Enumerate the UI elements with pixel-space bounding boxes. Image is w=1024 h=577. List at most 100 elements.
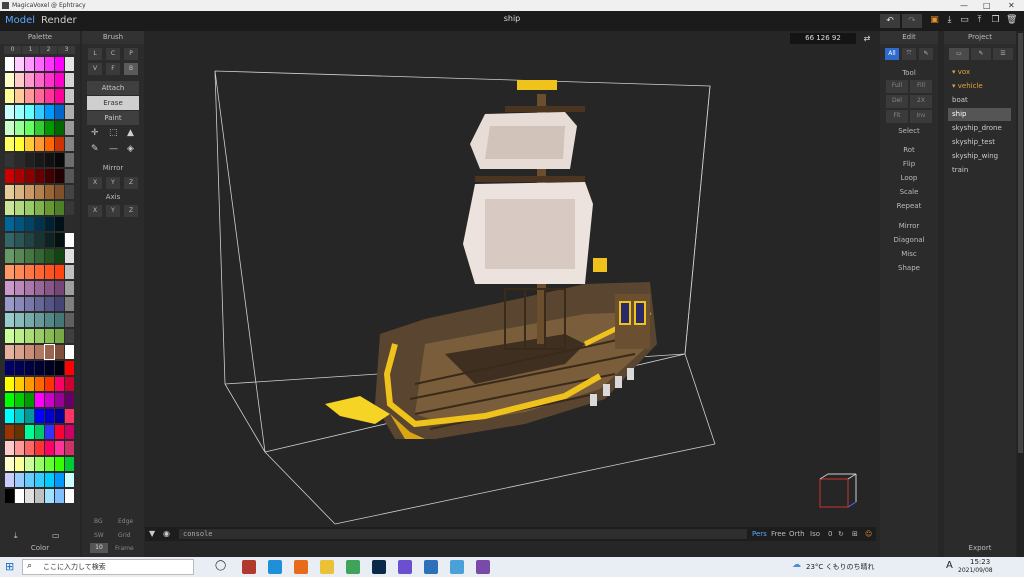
palette-swatch[interactable] — [65, 121, 74, 135]
palette-swatch[interactable] — [45, 153, 54, 167]
palette-swatch[interactable] — [5, 473, 14, 487]
palette-swatch[interactable] — [55, 105, 64, 119]
edit-tab-all[interactable]: All — [885, 48, 899, 60]
palette-swatch[interactable] — [25, 233, 34, 247]
mirror-z[interactable]: Z — [124, 177, 138, 189]
op-rot[interactable]: Rot — [880, 146, 938, 154]
palette-swatch[interactable] — [25, 265, 34, 279]
palette-swatch[interactable] — [55, 441, 64, 455]
palette-swatch[interactable] — [55, 265, 64, 279]
op-flip[interactable]: Flip — [880, 160, 938, 168]
palette-tab-1[interactable]: 1 — [22, 46, 39, 54]
app-icon-2[interactable] — [268, 560, 282, 574]
palette-swatch[interactable] — [15, 313, 24, 327]
redo-button[interactable]: ↷ — [902, 14, 922, 28]
palette-swatch[interactable] — [25, 313, 34, 327]
palette-swatch[interactable] — [5, 137, 14, 151]
palette-swatch[interactable] — [45, 249, 54, 263]
palette-swatch[interactable] — [15, 457, 24, 471]
palette-swatch[interactable] — [45, 73, 54, 87]
palette-swatch[interactable] — [65, 73, 74, 87]
palette-swatch[interactable] — [55, 377, 64, 391]
palette-swatch[interactable] — [55, 361, 64, 375]
select-box-icon[interactable]: ⬚ — [109, 128, 118, 138]
palette-swatch[interactable] — [45, 265, 54, 279]
palette-swatch[interactable] — [55, 89, 64, 103]
palette-swatch[interactable] — [25, 473, 34, 487]
palette-swatch[interactable] — [45, 57, 54, 71]
delete-icon[interactable]: 🗑 — [1006, 14, 1017, 27]
palette-swatch[interactable] — [55, 233, 64, 247]
palette-swatch[interactable] — [15, 473, 24, 487]
tool-full[interactable]: Full — [886, 80, 908, 93]
palette-swatch[interactable] — [5, 185, 14, 199]
maximize-button[interactable]: □ — [983, 0, 991, 11]
palette-swatch[interactable] — [45, 121, 54, 135]
palette-swatch[interactable] — [25, 121, 34, 135]
palette-tab-3[interactable]: 3 — [58, 46, 75, 54]
move-icon[interactable]: ✛ — [91, 128, 99, 138]
palette-swatch[interactable] — [15, 233, 24, 247]
palette-swatch[interactable] — [45, 233, 54, 247]
palette-swatch[interactable] — [15, 169, 24, 183]
palette-swatch[interactable] — [45, 217, 54, 231]
palette-swatch[interactable] — [5, 329, 14, 343]
palette-swatch[interactable] — [35, 249, 44, 263]
palette-swatch[interactable] — [25, 361, 34, 375]
bucket-icon[interactable]: ◈ — [127, 144, 134, 154]
palette-tab-2[interactable]: 2 — [40, 46, 57, 54]
edit-tab-transform[interactable]: ⤧ — [902, 48, 916, 60]
palette-swatch[interactable] — [65, 329, 74, 343]
console-input[interactable]: console — [179, 529, 747, 539]
palette-swatch[interactable] — [35, 377, 44, 391]
palette-swatch[interactable] — [15, 425, 24, 439]
palette-swatch[interactable] — [35, 105, 44, 119]
palette-swatch[interactable] — [5, 297, 14, 311]
palette-swatch[interactable] — [35, 153, 44, 167]
palette-swatch[interactable] — [5, 57, 14, 71]
tool-inv[interactable]: Inv — [910, 110, 932, 123]
erase-button[interactable]: Erase — [87, 96, 139, 110]
palette-swatch[interactable] — [35, 185, 44, 199]
grid-toggle[interactable]: Grid — [118, 532, 131, 539]
project-item-ship[interactable]: ship — [948, 108, 1011, 121]
mirror-y[interactable]: Y — [106, 177, 120, 189]
palette-import-icon[interactable]: ⤓ — [14, 531, 18, 541]
palette-swatch[interactable] — [5, 217, 14, 231]
view-iso[interactable]: Iso — [810, 529, 820, 539]
palette-swatch[interactable] — [35, 313, 44, 327]
axis-y[interactable]: Y — [106, 205, 120, 217]
magicavoxel-icon[interactable] — [476, 560, 490, 574]
palette-swatch[interactable] — [5, 121, 14, 135]
palette-swatch[interactable] — [45, 473, 54, 487]
palette-swatch[interactable] — [35, 89, 44, 103]
palette-swatch[interactable] — [55, 121, 64, 135]
palette-swatch[interactable] — [25, 377, 34, 391]
palette-swatch[interactable] — [65, 201, 74, 215]
palette-swatch[interactable] — [25, 185, 34, 199]
palette-swatch[interactable] — [25, 441, 34, 455]
palette-swatch[interactable] — [55, 457, 64, 471]
attach-button[interactable]: Attach — [87, 81, 139, 95]
palette-swatch[interactable] — [25, 137, 34, 151]
palette-swatch[interactable] — [35, 473, 44, 487]
palette-swatch[interactable] — [5, 169, 14, 183]
brush-mode-b[interactable]: B — [124, 63, 138, 75]
palette-swatch[interactable] — [45, 201, 54, 215]
palette-swatch[interactable] — [65, 345, 74, 359]
palette-swatch[interactable] — [25, 57, 34, 71]
palette-swatch[interactable] — [55, 345, 64, 359]
palette-swatch[interactable] — [5, 441, 14, 455]
palette-swatch[interactable] — [25, 153, 34, 167]
palette-swatch[interactable] — [5, 377, 14, 391]
palette-swatch[interactable] — [65, 441, 74, 455]
palette-swatch[interactable] — [35, 345, 44, 359]
palette-swatch[interactable] — [35, 57, 44, 71]
palette-swatch[interactable] — [15, 297, 24, 311]
palette-swatch[interactable] — [15, 153, 24, 167]
palette-swatch[interactable] — [5, 313, 14, 327]
palette-swatch[interactable] — [55, 297, 64, 311]
palette-swatch[interactable] — [5, 265, 14, 279]
palette-swatch[interactable] — [15, 217, 24, 231]
palette-swatch[interactable] — [65, 297, 74, 311]
